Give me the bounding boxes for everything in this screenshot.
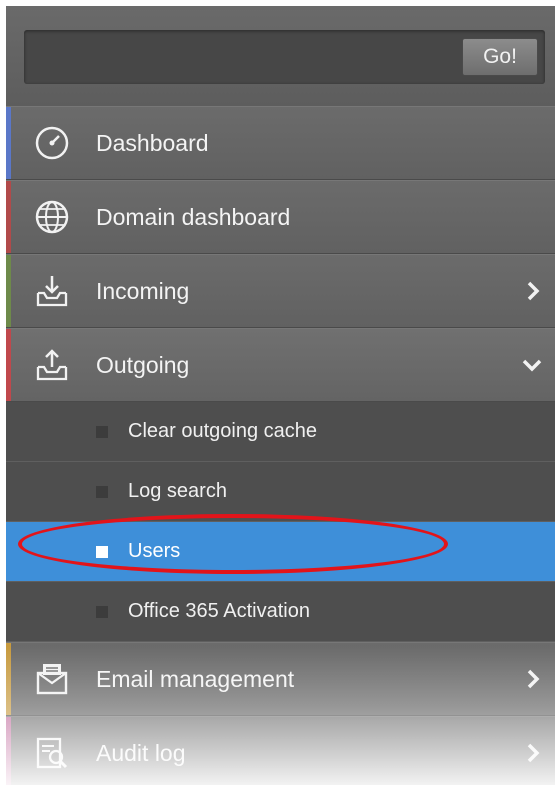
subitem-label: Users (128, 540, 181, 562)
nav-item-domain-dashboard[interactable]: Domain dashboard (6, 180, 555, 254)
nav-item-audit-log[interactable]: Audit log (6, 716, 555, 785)
chevron-right-icon (525, 742, 541, 764)
subitem-office-365-activation[interactable]: Office 365 Activation (6, 582, 555, 642)
audit-log-icon (34, 735, 70, 771)
nav-item-label: Domain dashboard (96, 203, 291, 230)
nav-item-label: Audit log (96, 739, 186, 766)
nav-item-dashboard[interactable]: Dashboard (6, 106, 555, 180)
chevron-right-icon (525, 668, 541, 690)
nav-item-label: Outgoing (96, 351, 190, 378)
nav-item-incoming[interactable]: Incoming (6, 254, 555, 328)
gauge-icon (34, 125, 70, 161)
chevron-right-icon (525, 280, 541, 302)
subitem-label: Clear outgoing cache (128, 420, 318, 442)
subitem-users[interactable]: Users (6, 522, 555, 582)
accent-bar (6, 643, 11, 715)
nav-item-label: Dashboard (96, 129, 209, 156)
accent-bar (6, 107, 11, 179)
accent-bar (6, 329, 11, 401)
nav-menu: Dashboard Domain dashboard Incoming Outg… (6, 106, 555, 785)
sidebar-panel: Go! Dashboard Domain dashboard Incoming (6, 6, 555, 785)
envelope-icon (34, 661, 70, 697)
nav-item-label: Incoming (96, 277, 190, 304)
bullet-icon (96, 605, 108, 618)
outbox-upload-icon (34, 347, 70, 383)
nav-item-email-management[interactable]: Email management (6, 642, 555, 716)
subitem-label: Office 365 Activation (128, 600, 310, 622)
subitem-log-search[interactable]: Log search (6, 462, 555, 522)
accent-bar (6, 717, 11, 785)
accent-bar (6, 255, 11, 327)
search-bar: Go! (6, 6, 555, 106)
chevron-down-icon (521, 357, 543, 373)
subitem-clear-outgoing-cache[interactable]: Clear outgoing cache (6, 402, 555, 462)
bullet-icon (96, 545, 108, 558)
inbox-download-icon (34, 273, 70, 309)
go-button[interactable]: Go! (462, 38, 538, 76)
nav-item-outgoing[interactable]: Outgoing (6, 328, 555, 402)
accent-bar (6, 181, 11, 253)
bullet-icon (96, 485, 108, 498)
globe-icon (34, 199, 70, 235)
subitem-label: Log search (128, 480, 227, 502)
bullet-icon (96, 425, 108, 438)
nav-item-label: Email management (96, 665, 295, 692)
